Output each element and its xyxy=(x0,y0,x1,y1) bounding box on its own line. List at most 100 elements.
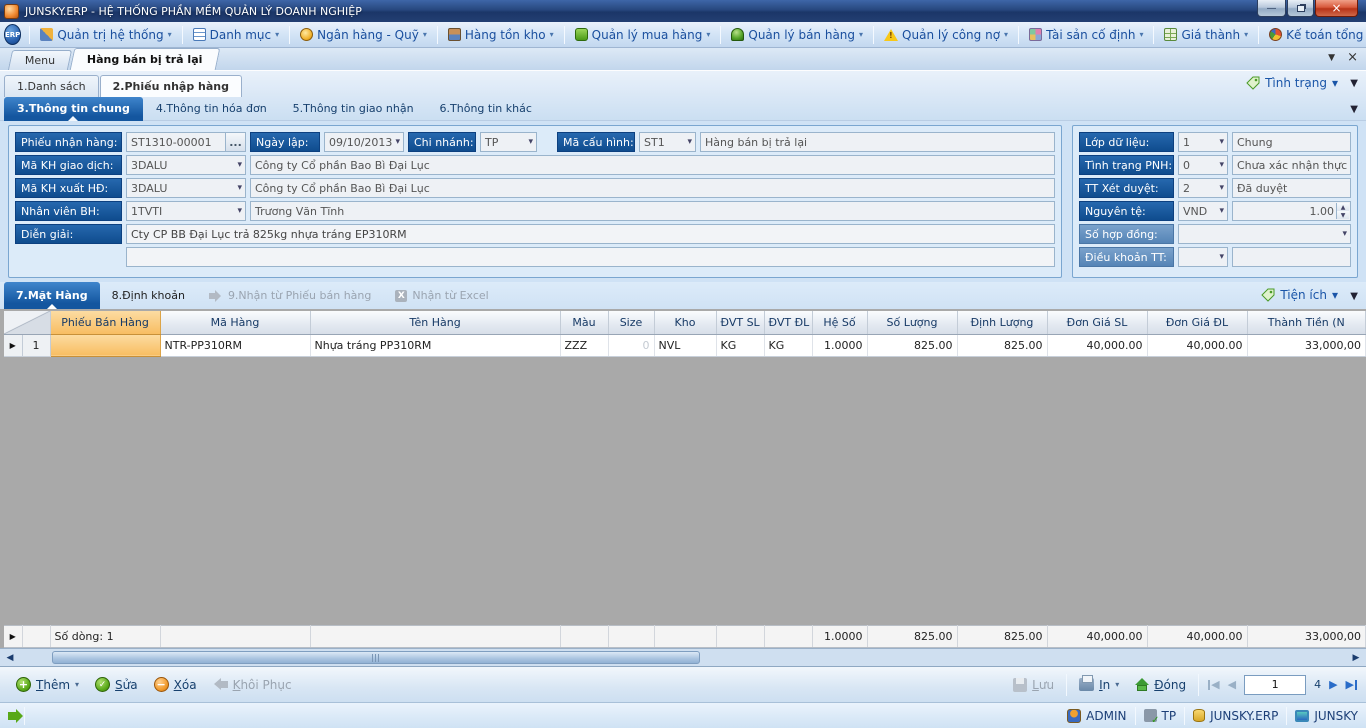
cell-thanh-tien[interactable]: 33,000,00 xyxy=(1247,334,1366,357)
tab-thong-tin-giao-nhan[interactable]: 5.Thông tin giao nhận xyxy=(280,97,427,121)
payment-terms-name-field[interactable] xyxy=(1232,247,1351,267)
erp-orb-button[interactable]: ERP xyxy=(4,24,22,45)
col-he-so[interactable]: Hệ Số xyxy=(812,311,868,335)
config-code-combo[interactable]: ST1 ▾ xyxy=(639,132,696,152)
branch-combo[interactable]: TP ▾ xyxy=(480,132,537,152)
overflow-chevron-icon[interactable]: ▼ xyxy=(1350,291,1358,302)
invoice-customer-combo[interactable]: 3DALU ▾ xyxy=(126,178,246,198)
scroll-left-icon[interactable]: ◀ xyxy=(2,651,18,665)
col-size[interactable]: Size xyxy=(608,311,655,335)
data-layer-name-field[interactable]: Chung xyxy=(1232,132,1351,152)
cell-ma-hang[interactable]: NTR-PP310RM xyxy=(160,334,311,357)
exchange-rate-spinner[interactable]: 1.00 ▲ ▼ xyxy=(1232,201,1351,221)
status-dropdown[interactable]: Tình trạng ▾ xyxy=(1246,76,1338,90)
payment-terms-combo[interactable]: ▾ xyxy=(1178,247,1228,267)
close-tab-icon[interactable]: × xyxy=(1347,51,1358,64)
col-thanh-tien[interactable]: Thành Tiền (N xyxy=(1247,311,1366,335)
menu-item-ngan-hang-quy[interactable]: Ngân hàng - Quỹ ▾ xyxy=(293,24,434,46)
menu-item-gia-thanh[interactable]: Giá thành ▾ xyxy=(1157,24,1255,46)
menu-item-hang-ton-kho[interactable]: Hàng tồn kho ▾ xyxy=(441,24,561,46)
edit-button[interactable]: ✓ Sửa xyxy=(87,672,146,698)
table-row[interactable]: ▶ 1 NTR-PP310RM Nhựa tráng PP310RM ZZZ 0… xyxy=(4,334,1366,357)
cell-dvt-sl[interactable]: KG xyxy=(716,334,765,357)
print-button[interactable]: In ▾ xyxy=(1071,672,1127,698)
next-page-icon[interactable]: ▶ xyxy=(1329,678,1337,691)
col-don-gia-sl[interactable]: Đơn Giá SL xyxy=(1047,311,1148,335)
description-extra-field[interactable] xyxy=(126,247,1055,267)
menu-item-quan-ly-cong-no[interactable]: Quản lý công nợ▾ xyxy=(877,24,1015,46)
menu-item-quan-ly-mua-hang[interactable]: Quản lý mua hàng ▾ xyxy=(568,24,718,46)
close-form-button[interactable]: Đóng xyxy=(1127,672,1194,698)
receipt-number-field[interactable]: ST1310-00001 xyxy=(126,132,226,152)
last-page-icon[interactable]: ▶ xyxy=(1346,678,1358,691)
utilities-dropdown[interactable]: Tiện ích ▾ xyxy=(1261,288,1338,302)
tab-thong-tin-hoa-don[interactable]: 4.Thông tin hóa đơn xyxy=(143,97,280,121)
menu-item-danh-muc[interactable]: Danh mục ▾ xyxy=(186,24,287,46)
browse-button[interactable]: ... xyxy=(226,132,246,152)
close-button[interactable]: × xyxy=(1315,0,1358,17)
tab-list-chevron-icon[interactable]: ▼ xyxy=(1328,53,1335,63)
menu-item-quan-tri-he-thong[interactable]: Quản trị hệ thống ▾ xyxy=(33,24,178,46)
cell-he-so[interactable]: 1.0000 xyxy=(812,334,868,357)
salesperson-combo[interactable]: 1TVTI ▾ xyxy=(126,201,246,221)
trading-customer-name-field[interactable]: Công ty Cổ phần Bao Bì Đại Lục xyxy=(250,155,1055,175)
trading-customer-combo[interactable]: 3DALU ▾ xyxy=(126,155,246,175)
tab-thong-tin-chung[interactable]: 3.Thông tin chung xyxy=(4,96,143,121)
col-dvt-sl[interactable]: ĐVT SL xyxy=(716,311,765,335)
cell-don-gia-sl[interactable]: 40,000.00 xyxy=(1047,334,1148,357)
col-don-gia-dl[interactable]: Đơn Giá ĐL xyxy=(1147,311,1248,335)
tab-thong-tin-khac[interactable]: 6.Thông tin khác xyxy=(427,97,545,121)
col-dvt-dl[interactable]: ĐVT ĐL xyxy=(764,311,813,335)
horizontal-scrollbar[interactable]: ◀ ▶ xyxy=(0,648,1366,666)
tab-menu[interactable]: Menu xyxy=(7,50,73,70)
tab-dinh-khoan[interactable]: 8.Định khoản xyxy=(100,282,197,309)
scroll-right-icon[interactable]: ▶ xyxy=(1348,651,1364,665)
overflow-chevron-icon[interactable]: ▼ xyxy=(1350,78,1358,89)
config-name-field[interactable]: Hàng bán bị trả lại xyxy=(700,132,1055,152)
prev-page-icon[interactable]: ◀ xyxy=(1228,678,1236,691)
contract-number-combo[interactable]: ▾ xyxy=(1178,224,1351,244)
cell-ten-hang[interactable]: Nhựa tráng PP310RM xyxy=(310,334,561,357)
spinner-arrows-icon[interactable]: ▲ ▼ xyxy=(1336,203,1349,219)
receipt-status-name-field[interactable]: Chưa xác nhận thực x xyxy=(1232,155,1351,175)
cell-kho[interactable]: NVL xyxy=(654,334,717,357)
cell-phieu-ban-hang[interactable] xyxy=(50,334,161,357)
tab-phieu-nhap-hang[interactable]: 2.Phiếu nhập hàng xyxy=(99,75,243,97)
salesperson-name-field[interactable]: Trương Văn Tĩnh xyxy=(250,201,1055,221)
receipt-status-combo[interactable]: 0 ▾ xyxy=(1178,155,1228,175)
date-picker[interactable]: 09/10/2013 ▾ xyxy=(324,132,404,152)
menu-item-ke-toan-tong-hop[interactable]: Kế toán tổng hợp▾ xyxy=(1262,24,1366,46)
delete-button[interactable]: − Xóa xyxy=(146,672,205,698)
tab-danh-sach[interactable]: 1.Danh sách xyxy=(4,75,99,97)
cell-dvt-dl[interactable]: KG xyxy=(764,334,813,357)
col-dinh-luong[interactable]: Định Lượng xyxy=(957,311,1048,335)
col-ten-hang[interactable]: Tên Hàng xyxy=(310,311,561,335)
cell-so-luong[interactable]: 825.00 xyxy=(867,334,958,357)
col-kho[interactable]: Kho xyxy=(654,311,717,335)
minimize-button[interactable]: — xyxy=(1257,0,1286,17)
cell-mau[interactable]: ZZZ xyxy=(560,334,609,357)
col-so-luong[interactable]: Số Lượng xyxy=(867,311,958,335)
menu-item-quan-ly-ban-hang[interactable]: Quản lý bán hàng ▾ xyxy=(724,24,870,46)
description-field[interactable]: Cty CP BB Đại Lục trả 825kg nhựa tráng E… xyxy=(126,224,1055,244)
add-button[interactable]: + Thêm ▾ xyxy=(8,672,87,698)
approval-status-name-field[interactable]: Đã duyệt xyxy=(1232,178,1351,198)
cell-size[interactable]: 0 xyxy=(608,334,655,357)
restore-button[interactable] xyxy=(1287,0,1314,17)
currency-combo[interactable]: VND ▾ xyxy=(1178,201,1228,221)
tab-hang-ban-bi-tra-lai[interactable]: Hàng bán bị trả lại xyxy=(69,48,221,70)
invoice-customer-name-field[interactable]: Công ty Cổ phần Bao Bì Đại Lục xyxy=(250,178,1055,198)
tab-mat-hang[interactable]: 7.Mặt Hàng xyxy=(4,282,100,309)
data-layer-combo[interactable]: 1 ▾ xyxy=(1178,132,1228,152)
approval-status-combo[interactable]: 2 ▾ xyxy=(1178,178,1228,198)
overflow-chevron-icon[interactable]: ▼ xyxy=(1350,104,1358,115)
current-page-field[interactable]: 1 xyxy=(1244,674,1307,695)
col-ma-hang[interactable]: Mã Hàng xyxy=(160,311,311,335)
cell-dinh-luong[interactable]: 825.00 xyxy=(957,334,1048,357)
cell-don-gia-dl[interactable]: 40,000.00 xyxy=(1147,334,1248,357)
first-page-icon[interactable]: ◀ xyxy=(1207,678,1220,691)
col-mau[interactable]: Màu xyxy=(560,311,609,335)
col-phieu-ban-hang[interactable]: Phiếu Bán Hàng xyxy=(50,311,161,335)
scrollbar-thumb[interactable] xyxy=(52,651,700,664)
menu-item-tai-san-co-dinh[interactable]: Tài sản cố định ▾ xyxy=(1022,24,1150,46)
